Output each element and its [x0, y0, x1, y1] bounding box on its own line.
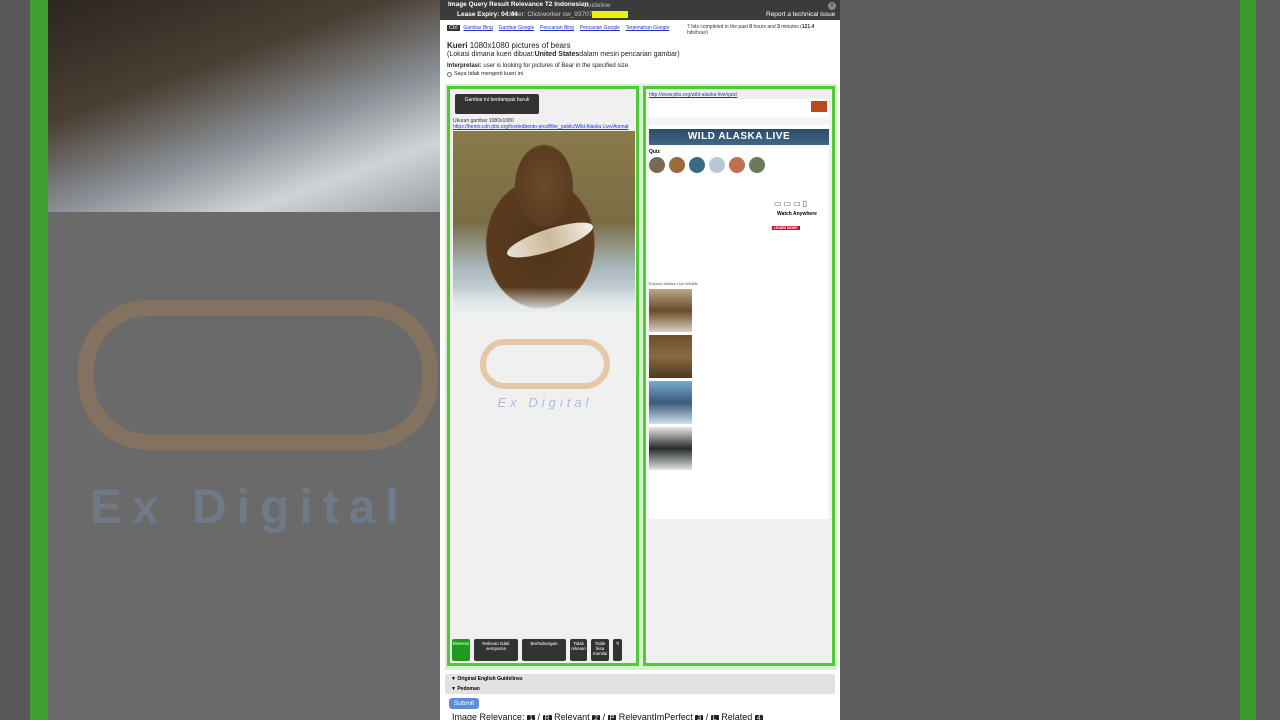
search-links-row: Ctrl Gambar Bing Gambar Google Pencarian…	[447, 24, 833, 38]
bad-image-button[interactable]: Gambar ini berdampak buruk	[455, 94, 539, 114]
submit-button[interactable]: Submit	[449, 698, 479, 709]
image-result-panel: Gambar ini berdampak buruk Ukuran gambar…	[447, 86, 639, 666]
explore-heading: Explore Alaska Live Wildlife	[649, 281, 698, 286]
rate-cannot-judge-button[interactable]: Tidak bisa menilai	[591, 639, 609, 661]
watermark-logo-small: Ex Digital	[460, 339, 630, 410]
quiz-thumb-icon	[649, 157, 665, 173]
wildlife-thumb-eagle	[649, 427, 692, 470]
window-title: Image Query Result Relevance T2 Indonesi…	[448, 1, 589, 8]
learn-more-button[interactable]: LEARN MORE	[772, 226, 800, 230]
image-url-link[interactable]: https://bento.cdn.pbs.org/hostedbento-pr…	[453, 124, 635, 130]
watermark-ring	[480, 339, 610, 389]
background-green-strip-right	[1240, 0, 1256, 720]
query-line: Kueri 1080x1080 pictures of bears	[447, 41, 833, 50]
pbs-logo-icon	[811, 101, 827, 112]
close-icon[interactable]: ×	[828, 2, 836, 10]
wildlife-thumb-bear	[649, 289, 692, 332]
background-left: Ex Digital	[0, 0, 440, 720]
comparison-panels: Gambar ini berdampak buruk Ukuran gambar…	[445, 84, 837, 670]
hits-info: 7 hits completed in the past 0 hours and…	[687, 24, 815, 36]
radio-circle[interactable]	[447, 71, 452, 77]
background-panel	[48, 212, 440, 720]
site-banner: WILD ALASKA LIVE	[649, 129, 829, 145]
landing-page-panel: http://www.pbs.org/wild-alaska-live/quiz…	[643, 86, 835, 666]
devices-icon: ▭▭▭▯	[774, 199, 810, 208]
rate-imperfect-button[interactable]: Relevan tidak sempurna	[474, 639, 518, 661]
redacted-highlight	[592, 11, 628, 18]
query-text: 1080x1080 pictures of bears	[469, 41, 571, 50]
quiz-heading: Quiz	[649, 149, 660, 155]
watermark-text-large: Ex Digital	[90, 481, 409, 534]
quiz-thumb-icon	[749, 157, 765, 173]
quiz-thumb-icon	[709, 157, 725, 173]
rate-extra-button[interactable]: Ti	[613, 639, 622, 661]
background-green-strip	[30, 0, 48, 720]
landing-page-preview: WILD ALASKA LIVE Quiz ▭▭▭▯ Watch Anywher…	[649, 99, 829, 519]
wildlife-thumb-whale	[649, 381, 692, 424]
background-photo	[48, 0, 440, 212]
watermark-text: Ex Digital	[497, 395, 593, 410]
rate-related-button[interactable]: Berhubungan	[522, 639, 566, 661]
background-right	[840, 0, 1280, 720]
link-google-translate[interactable]: Terjemahan Google	[626, 25, 670, 31]
link-google-images[interactable]: Gambar Google	[499, 25, 535, 31]
quiz-thumb-icon	[669, 157, 685, 173]
bear-image	[453, 131, 635, 313]
task-content: Ctrl Gambar Bing Gambar Google Pencarian…	[440, 20, 840, 81]
watermark-logo-large	[78, 300, 438, 450]
query-label: Kueri	[447, 41, 468, 50]
quiz-thumbnails	[649, 157, 765, 173]
salmon-shape	[503, 215, 597, 265]
rate-relevant-button[interactable]: Relevan	[452, 639, 470, 661]
lease-expiry: Lease Expiry: 04:44	[457, 11, 518, 18]
link-google-search[interactable]: Pencarian Google	[580, 25, 620, 31]
watch-anywhere: Watch Anywhere	[777, 211, 817, 217]
keyboard-shortcuts: Image Relevance: 1 / R Relevant 2 / P Re…	[452, 712, 763, 720]
link-bing-images[interactable]: Gambar Bing	[463, 25, 492, 31]
query-location: (Lokasi dimana kueri dibuat:United State…	[447, 51, 680, 58]
guidelines-accordions: ▼ Original English Guidelines ▼ Pedoman	[445, 674, 835, 694]
ctrl-key-badge: Ctrl	[447, 25, 460, 31]
site-nav	[649, 117, 829, 125]
interpretation: Interpretasi: user is looking for pictur…	[447, 63, 630, 69]
not-understand-option[interactable]: Saya tidak mengerti kueri ini	[447, 71, 833, 77]
guideline-tab[interactable]: Guideline	[583, 2, 610, 9]
link-bing-search[interactable]: Pencarian Bing	[540, 25, 574, 31]
title-bar: Image Query Result Relevance T2 Indonesi…	[440, 0, 840, 20]
wildlife-thumb-beaver	[649, 335, 692, 378]
rating-buttons: Relevan Relevan tidak sempurna Berhubung…	[452, 639, 634, 661]
rate-not-relevant-button[interactable]: Tidak relevan	[570, 639, 587, 661]
hit-window: Image Query Result Relevance T2 Indonesi…	[440, 0, 840, 720]
landing-url-link[interactable]: http://www.pbs.org/wild-alaska-live/quiz…	[649, 92, 737, 98]
user-label: User: Clickworker cw_9370799	[510, 11, 600, 18]
pedoman-toggle[interactable]: ▼ Pedoman	[445, 684, 835, 694]
original-guidelines-toggle[interactable]: ▼ Original English Guidelines	[445, 674, 835, 684]
quiz-thumb-icon	[689, 157, 705, 173]
quiz-thumb-icon	[729, 157, 745, 173]
water-splash	[453, 287, 635, 313]
report-issue-link[interactable]: Report a technical issue	[766, 11, 835, 18]
